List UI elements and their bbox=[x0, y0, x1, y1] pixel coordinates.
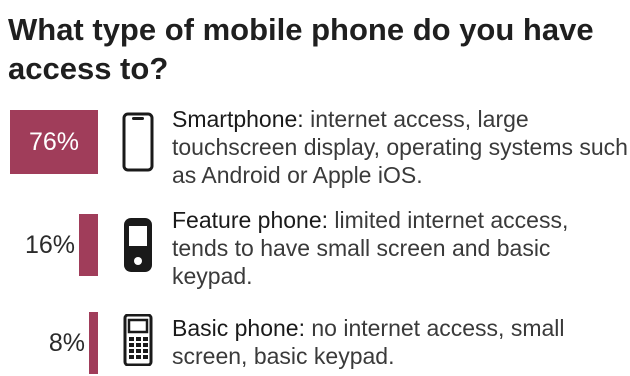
item-name-basic-phone: Basic phone: bbox=[172, 315, 305, 341]
feature-phone-icon bbox=[124, 218, 152, 272]
smartphone-icon bbox=[122, 112, 154, 172]
bar-basic-phone bbox=[89, 312, 98, 374]
item-description-basic-phone: Basic phone: no internet access, small s… bbox=[172, 314, 628, 370]
item-description-smartphone: Smartphone: internet access, large touch… bbox=[172, 105, 628, 189]
basic-phone-icon bbox=[123, 314, 153, 366]
value-label-basic-phone: 8% bbox=[48, 329, 85, 357]
value-label-feature-phone: 16% bbox=[24, 231, 75, 259]
chart-title: What type of mobile phone do you have ac… bbox=[8, 12, 594, 86]
bar-feature-phone bbox=[79, 214, 98, 276]
item-name-smartphone: Smartphone: bbox=[172, 106, 304, 132]
value-label-smartphone: 76% bbox=[28, 128, 80, 156]
item-description-feature-phone: Feature phone: limited internet access, … bbox=[172, 206, 628, 290]
item-name-feature-phone: Feature phone: bbox=[172, 207, 329, 233]
